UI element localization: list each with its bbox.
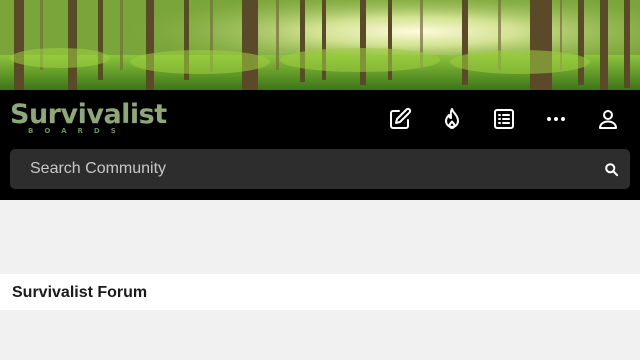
logo-wordmark: Survivalist <box>10 99 167 130</box>
forum-title-link[interactable]: Survivalist Forum <box>12 283 147 303</box>
logo-subtitle: BOARDS <box>28 127 127 135</box>
search-bar <box>10 149 630 189</box>
new-post-button[interactable] <box>386 105 414 133</box>
trending-button[interactable] <box>438 105 466 133</box>
forest-banner <box>0 0 640 90</box>
more-icon <box>547 117 565 121</box>
edit-icon <box>390 107 412 129</box>
flame-icon <box>445 108 459 129</box>
user-icon <box>599 110 617 129</box>
whats-new-button[interactable] <box>490 105 518 133</box>
list-icon <box>494 109 514 129</box>
more-menu-button[interactable] <box>542 105 570 133</box>
account-button[interactable] <box>594 105 622 133</box>
site-logo[interactable]: Survivalist BOARDS <box>10 100 167 138</box>
search-button[interactable] <box>602 160 620 178</box>
search-icon <box>604 162 618 176</box>
search-input[interactable] <box>30 149 590 189</box>
forest-banner-image <box>0 0 640 90</box>
forum-breadcrumb: Survivalist Forum <box>0 274 640 310</box>
